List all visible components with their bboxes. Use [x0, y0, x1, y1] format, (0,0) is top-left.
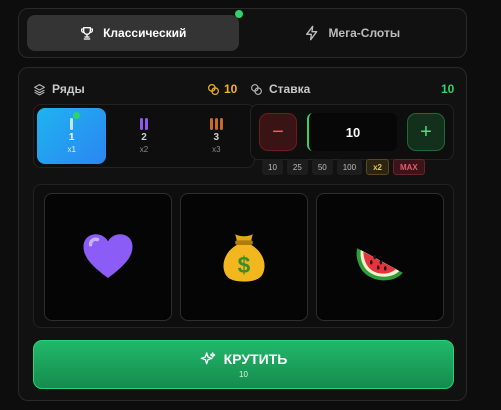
tab-mega-slots[interactable]: Мега-Слоты	[247, 15, 459, 51]
coin-icon	[251, 83, 262, 95]
spin-cost: 10	[239, 369, 248, 379]
increase-bet-button[interactable]: +	[407, 113, 445, 151]
spin-button-content: КРУТИТЬ 10	[200, 350, 288, 379]
tab-mega-slots-label: Мега-Слоты	[328, 26, 401, 40]
row-option-3[interactable]: 3 x3	[182, 108, 251, 164]
heart-icon	[83, 234, 133, 278]
rows-selector: 1 x1 2 x2 3 x3	[33, 104, 255, 168]
row-bars-icon	[209, 118, 223, 130]
trophy-icon	[81, 27, 94, 40]
row-option-multiplier: x3	[212, 145, 221, 154]
row-option-number: 3	[213, 132, 220, 143]
layers-icon	[34, 83, 45, 95]
row-option-multiplier: x1	[67, 145, 76, 154]
rows-section-title: Ряды	[33, 82, 85, 96]
lightning-icon	[306, 25, 318, 41]
row-option-2[interactable]: 2 x2	[109, 108, 178, 164]
row-bar	[209, 118, 213, 130]
reel-1	[44, 193, 172, 321]
reel-3	[316, 193, 444, 321]
row-bar	[219, 118, 223, 130]
row-option-multiplier: x2	[139, 145, 149, 154]
rows-label: Ряды	[52, 82, 85, 96]
online-indicator-dot	[235, 10, 243, 18]
svg-text:$: $	[238, 252, 251, 278]
game-panel: Ряды 10 Ставка 10 1 x1 2 x2 3 x3 − 10 + …	[18, 67, 467, 401]
sparkles-icon	[200, 351, 216, 364]
spin-label: КРУТИТЬ	[223, 350, 288, 367]
row-bar	[214, 118, 218, 130]
money-bag-icon: $	[223, 234, 265, 282]
bet-section-title: Ставка	[250, 82, 310, 96]
row-bar	[70, 118, 74, 130]
slot-reels: $	[33, 184, 454, 328]
decrease-bet-button[interactable]: −	[259, 113, 297, 151]
rows-coin-count: 10	[207, 82, 237, 96]
row-bar	[144, 118, 148, 130]
row-bars-icon	[139, 118, 148, 130]
chip-double[interactable]: x2	[366, 159, 389, 175]
chip-max[interactable]: MAX	[392, 159, 425, 175]
row-option-1[interactable]: 1 x1	[37, 108, 107, 164]
bet-label: Ставка	[269, 82, 311, 96]
chip-10[interactable]: 10	[262, 159, 283, 175]
bet-amount-input[interactable]	[307, 113, 397, 151]
bet-total: 10	[441, 82, 455, 96]
row-option-number: 1	[68, 132, 75, 143]
row-bar	[139, 118, 143, 130]
spin-button-row: КРУТИТЬ	[200, 350, 288, 367]
watermelon-icon	[356, 248, 403, 281]
row-option-number: 2	[141, 132, 147, 143]
tab-classic[interactable]: Классический	[27, 15, 239, 51]
bet-stepper: − +	[250, 104, 454, 160]
rows-coin-value: 10	[224, 82, 238, 96]
bet-quick-chips: 10 25 50 100 x2 MAX	[262, 159, 425, 175]
row-bars-icon	[70, 118, 74, 130]
tab-classic-label: Классический	[103, 26, 187, 40]
reel-2: $	[180, 193, 308, 321]
coins-icon	[208, 83, 219, 95]
selected-dot	[72, 112, 80, 119]
spin-button[interactable]: КРУТИТЬ 10	[33, 340, 454, 389]
chip-25[interactable]: 25	[286, 159, 308, 175]
chip-100[interactable]: 100	[336, 159, 363, 175]
chip-50[interactable]: 50	[311, 159, 333, 175]
